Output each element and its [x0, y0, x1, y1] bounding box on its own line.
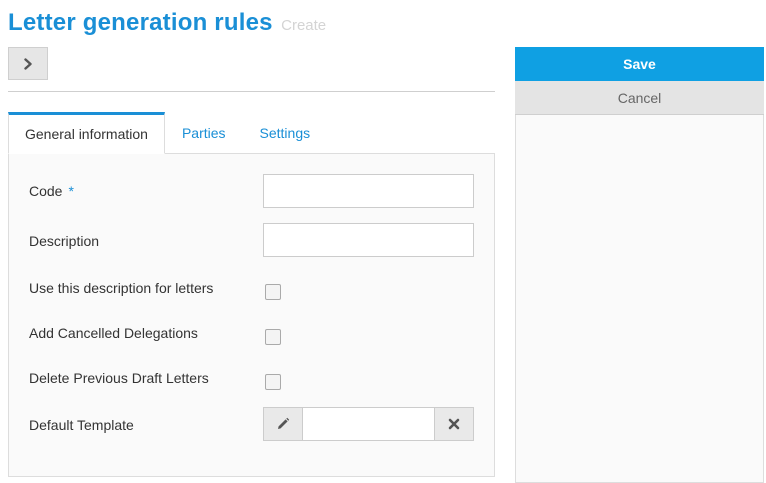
required-marker: * [68, 183, 74, 199]
code-label-text: Code [29, 183, 63, 199]
tab-parties[interactable]: Parties [165, 112, 243, 154]
use-description-label: Use this description for letters [29, 280, 214, 296]
use-description-checkbox[interactable] [265, 284, 281, 300]
clear-template-button[interactable] [434, 407, 474, 441]
description-label: Description [29, 233, 100, 249]
edit-template-button[interactable] [263, 407, 303, 441]
page-title-main: Letter generation rules [8, 9, 273, 36]
add-cancelled-label: Add Cancelled Delegations [29, 325, 198, 341]
chevron-right-icon [24, 57, 32, 70]
cancel-button[interactable]: Cancel [515, 81, 764, 115]
default-template-picker [263, 407, 474, 441]
tab-bar: General information Parties Settings [8, 112, 327, 154]
delete-drafts-label: Delete Previous Draft Letters [29, 370, 209, 386]
default-template-label: Default Template [29, 417, 134, 433]
code-label: Code * [29, 183, 74, 199]
header-divider [8, 91, 495, 92]
default-template-input[interactable] [303, 407, 434, 441]
close-icon [448, 418, 460, 430]
save-button[interactable]: Save [515, 47, 764, 81]
code-input[interactable] [263, 174, 474, 208]
page-title-subtitle: Create [281, 17, 327, 34]
delete-drafts-checkbox[interactable] [265, 374, 281, 390]
page-title: Letter generation rules Create [8, 9, 326, 37]
tab-settings[interactable]: Settings [243, 112, 328, 154]
add-cancelled-checkbox[interactable] [265, 329, 281, 345]
pencil-icon [278, 417, 290, 429]
tab-general-information[interactable]: General information [8, 112, 165, 154]
expand-button[interactable] [8, 47, 48, 80]
description-input[interactable] [263, 223, 474, 257]
